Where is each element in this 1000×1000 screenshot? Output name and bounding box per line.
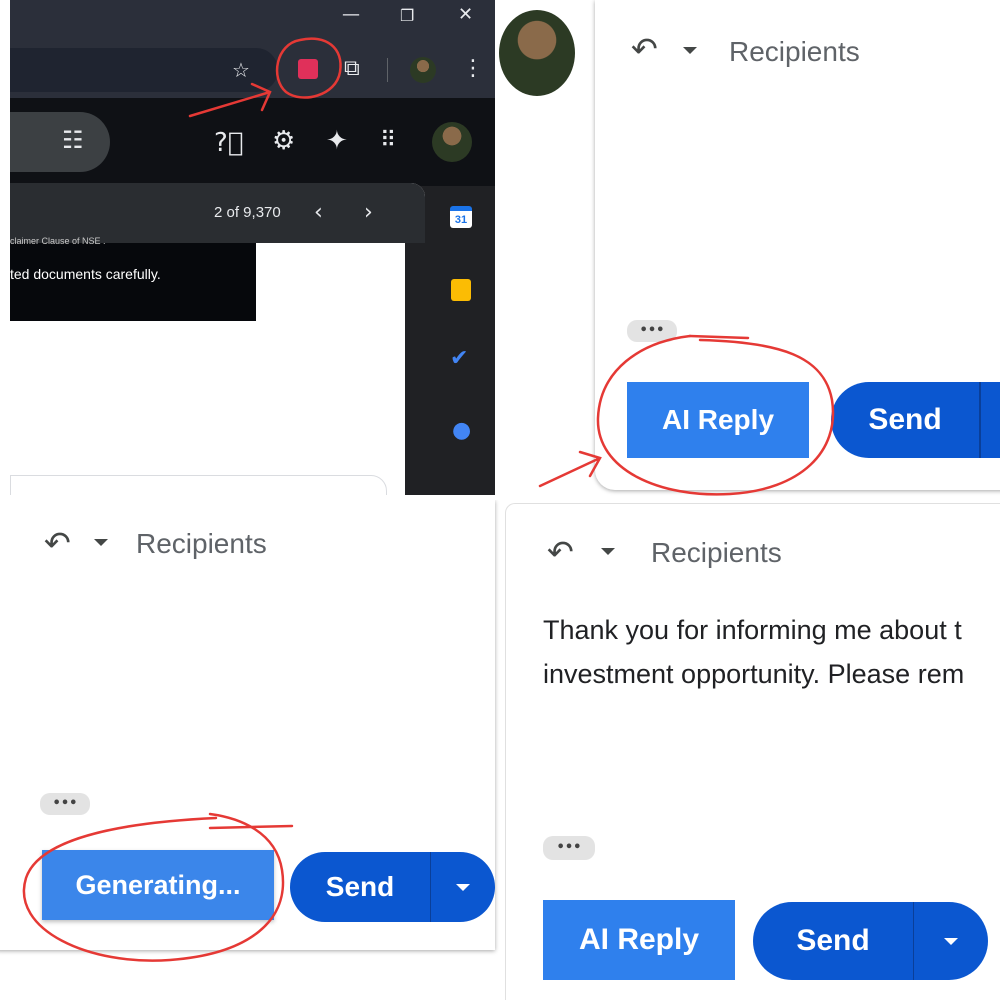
send-button[interactable]: Send [753, 902, 913, 980]
tasks-icon[interactable]: ✔ [450, 346, 468, 371]
chevron-left-icon[interactable]: ‹ [314, 200, 323, 225]
chevron-down-icon[interactable] [683, 47, 697, 54]
reply-arrow-icon[interactable]: ↶ [547, 533, 574, 571]
recipients-field[interactable]: Recipients [729, 36, 860, 68]
star-icon[interactable]: ☆ [232, 58, 250, 82]
chevron-down-icon[interactable] [94, 539, 108, 546]
reply-body-line-1[interactable]: Thank you for informing me about t [543, 615, 962, 646]
send-options-button[interactable] [979, 382, 1000, 458]
close-icon[interactable]: ✕ [458, 4, 473, 25]
minimize-icon[interactable]: — [342, 4, 360, 25]
filter-icon[interactable]: ☷ [62, 126, 84, 154]
calendar-icon[interactable]: 31 [450, 206, 472, 228]
chrome-gmail-panel: — ❐ ✕ ☆ ⧉ ⋮ ☷ ?⃝ ⚙ ✦ ⠿ 2 of 9,370 ‹ › cl… [10, 0, 495, 495]
apps-grid-icon[interactable]: ⠿ [380, 128, 396, 153]
puzzle-icon[interactable]: ⧉ [344, 56, 360, 81]
maximize-icon[interactable]: ❐ [400, 6, 414, 25]
title-bar [10, 0, 495, 40]
compose-panel-ai-reply: ↶ Recipients ••• AI Reply Send [497, 0, 1000, 497]
more-options-button[interactable]: ••• [40, 793, 90, 815]
email-snippet-top: claimer Clause of NSE . [10, 236, 106, 246]
account-avatar[interactable] [432, 122, 472, 162]
sparkle-icon[interactable]: ✦ [326, 126, 348, 156]
more-options-button[interactable]: ••• [627, 320, 677, 342]
more-vert-icon[interactable]: ⋮ [462, 56, 484, 81]
chevron-down-icon [944, 937, 958, 945]
more-options-button[interactable]: ••• [543, 836, 595, 860]
scroll-gutter [405, 243, 425, 495]
chevron-down-icon[interactable] [601, 548, 615, 555]
extension-icon[interactable] [286, 47, 330, 91]
email-snippet-main: ted documents carefully. [10, 266, 161, 282]
search-box[interactable] [10, 112, 110, 172]
recipients-field[interactable]: Recipients [651, 537, 782, 569]
help-icon[interactable]: ?⃝ [214, 128, 243, 158]
ai-reply-button[interactable]: AI Reply [627, 382, 809, 458]
profile-avatar[interactable] [410, 57, 436, 83]
reply-arrow-icon[interactable]: ↶ [631, 30, 658, 68]
send-button[interactable]: Send [290, 852, 430, 922]
recipients-field[interactable]: Recipients [136, 528, 267, 560]
toolbar-divider [387, 58, 388, 82]
sender-avatar [499, 10, 575, 96]
keep-icon[interactable] [451, 279, 471, 301]
reply-body-line-2[interactable]: investment opportunity. Please rem [543, 659, 964, 690]
side-panel [425, 186, 495, 495]
compose-panel-result: ↶ Recipients Thank you for informing me … [505, 503, 1000, 1000]
send-button[interactable]: Send [831, 382, 979, 458]
pagination-text: 2 of 9,370 [214, 204, 281, 221]
settings-icon[interactable]: ⚙ [272, 126, 295, 156]
reply-box-edge [10, 475, 387, 495]
compose-panel-generating: ↶ Recipients ••• Generating... Send [0, 500, 500, 1000]
contacts-icon[interactable]: ● [452, 418, 471, 443]
chevron-right-icon[interactable]: › [364, 200, 373, 225]
send-options-button[interactable] [913, 902, 988, 980]
chevron-down-icon [456, 883, 470, 891]
ai-reply-button[interactable]: AI Reply [543, 900, 735, 980]
generating-button[interactable]: Generating... [42, 850, 274, 920]
reply-arrow-icon[interactable]: ↶ [44, 524, 71, 562]
email-body-dark-block [10, 243, 256, 321]
